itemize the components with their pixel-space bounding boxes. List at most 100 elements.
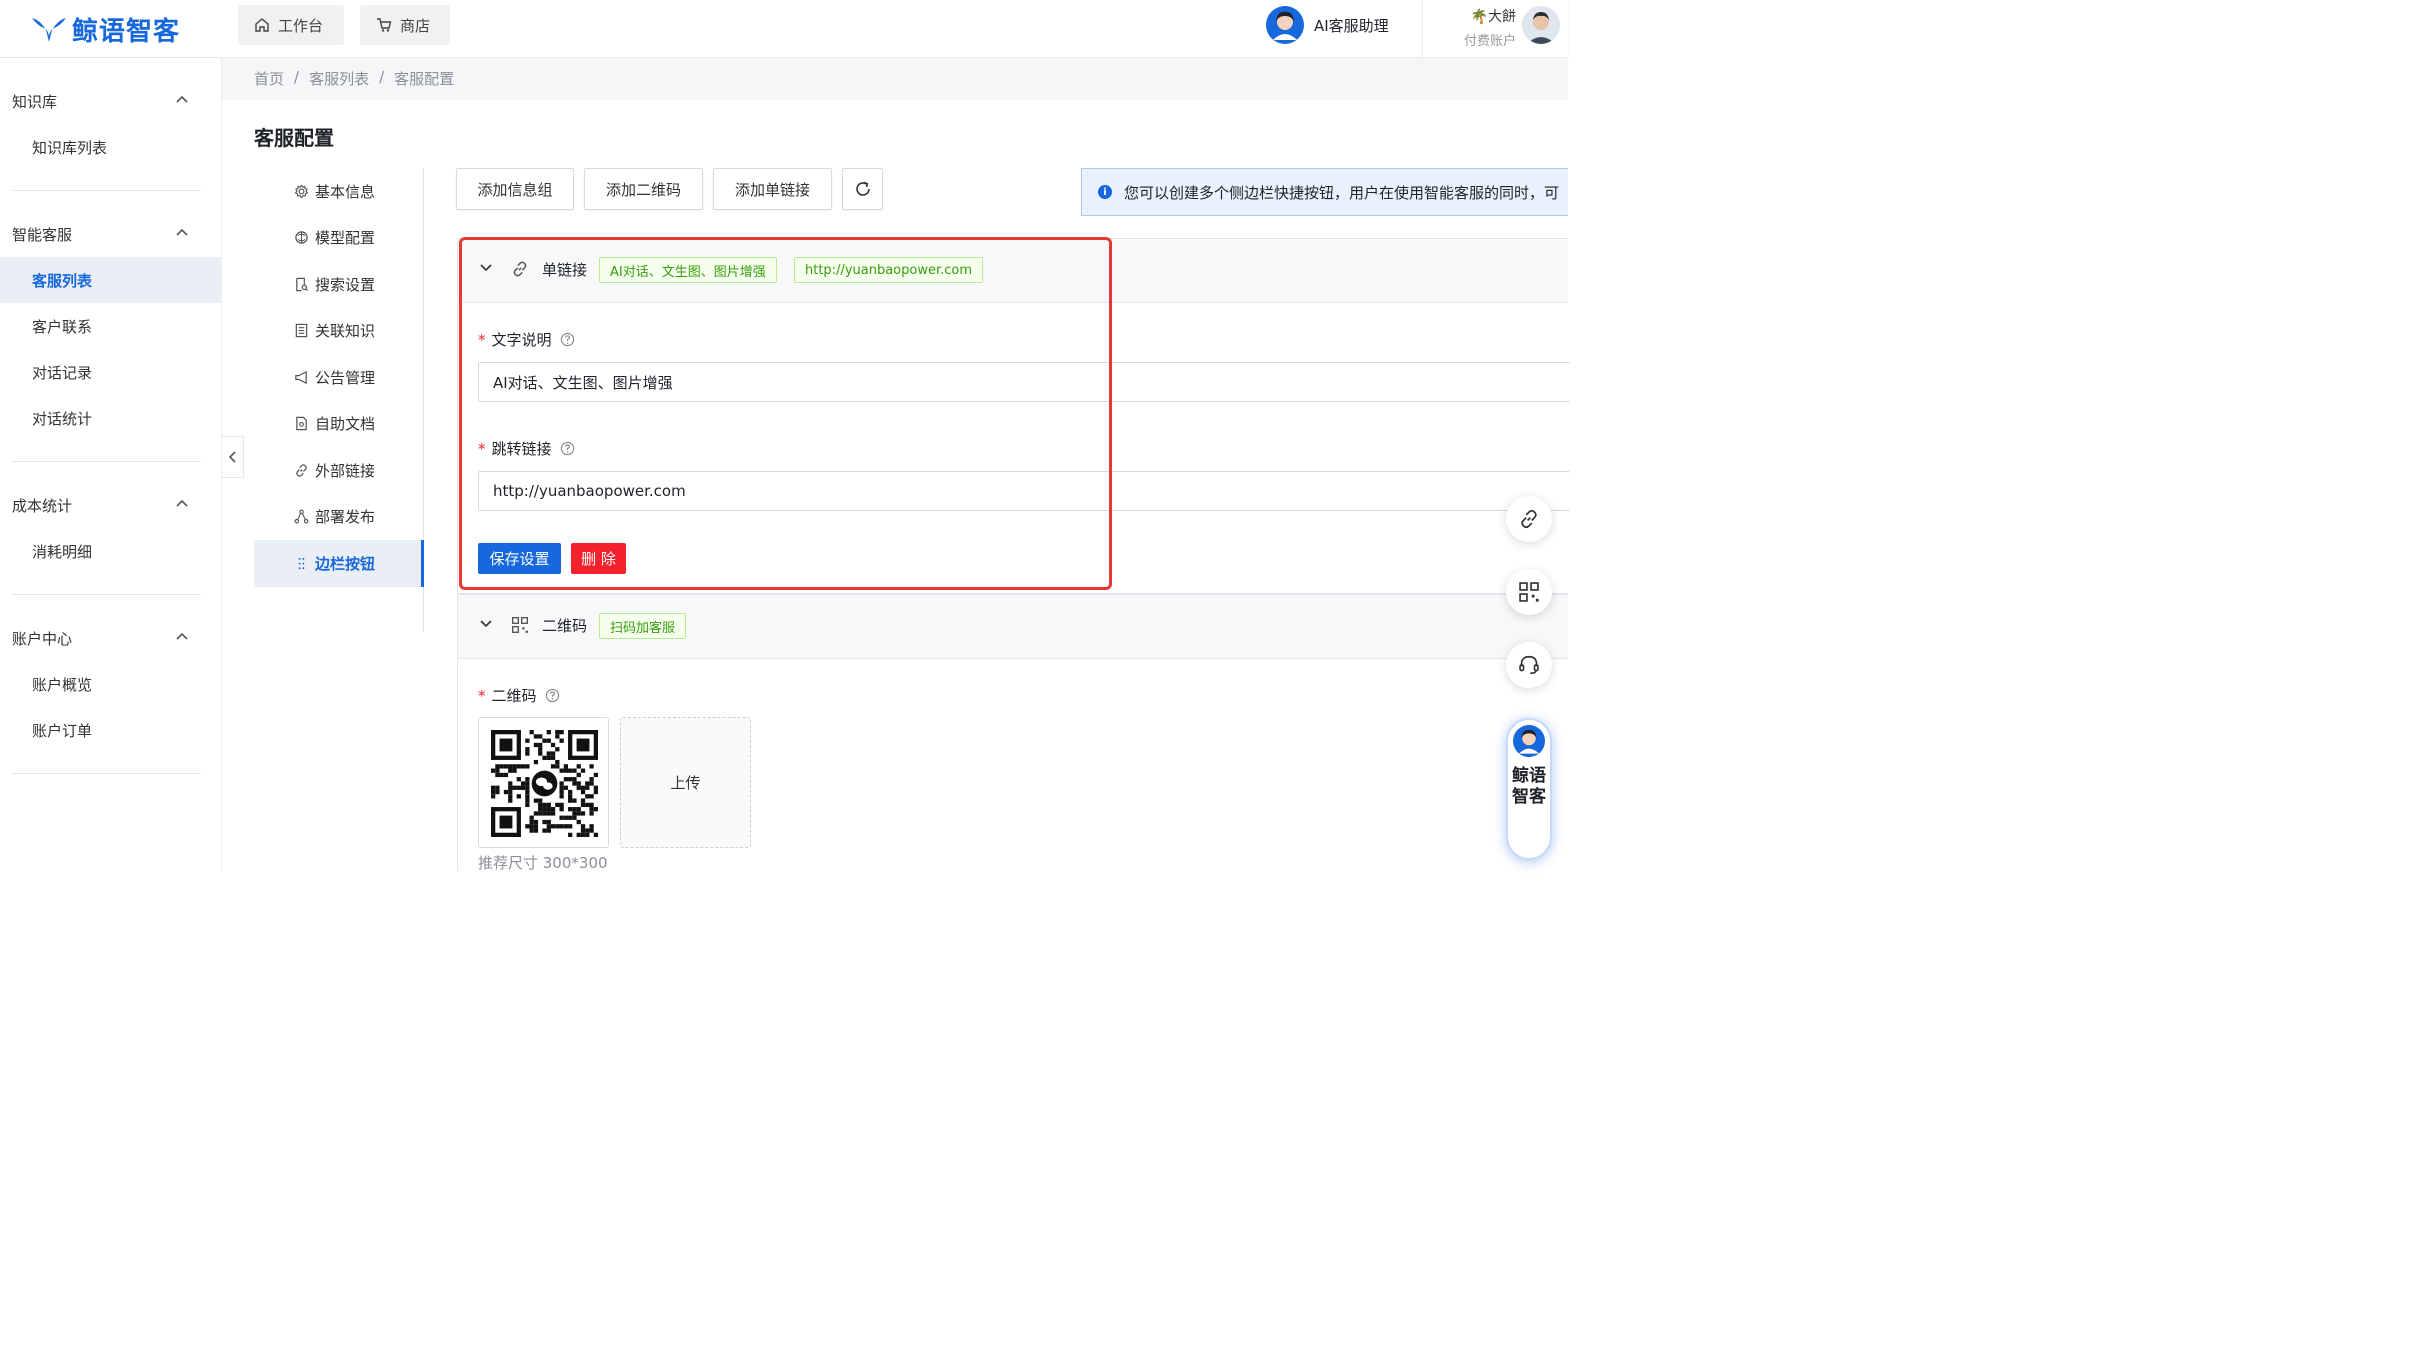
ai-assistant-entry[interactable]: AI客服助理 (1266, 5, 1389, 45)
nav-store-label: 商店 (400, 16, 431, 35)
headset-icon (1519, 655, 1539, 675)
breadcrumb-bar: 首页 / 客服列表 / 客服配置 (222, 58, 1568, 100)
sidebar-group-account[interactable]: 账户中心 (0, 615, 221, 661)
config-nav-label: 边栏按钮 (315, 554, 376, 573)
sidebar-group-label: 知识库 (12, 92, 58, 111)
palm-icon: 🌴 (1470, 9, 1488, 25)
search-doc-icon (296, 277, 309, 291)
add-qrcode-button[interactable]: 添加二维码 (584, 168, 703, 210)
user-avatar[interactable] (1522, 6, 1560, 44)
floating-chat-launcher[interactable]: 鲸语智客 (1506, 718, 1552, 860)
deploy-icon (294, 509, 309, 524)
sidebar-divider (12, 773, 201, 774)
help-icon[interactable] (560, 332, 575, 347)
config-nav-self-help-docs[interactable]: 自助文档 (254, 401, 423, 448)
sidebar-collapse-button[interactable] (222, 436, 244, 478)
sidebar-item-chat-records[interactable]: 对话记录 (0, 349, 221, 395)
jump-link-label: * 跳转链接 (478, 438, 575, 459)
qrcode-panel-header[interactable]: 二维码 扫码加客服 (458, 595, 1568, 659)
chevron-down-icon (480, 620, 492, 628)
model-icon (295, 231, 308, 244)
required-mark: * (478, 687, 486, 705)
breadcrumb-home[interactable]: 首页 (254, 68, 284, 89)
refresh-icon (855, 181, 870, 196)
config-nav-label: 自助文档 (315, 415, 376, 434)
sidebar-group-cost[interactable]: 成本统计 (0, 482, 221, 528)
assistant-avatar (1266, 6, 1304, 44)
config-nav-label: 搜索设置 (315, 275, 376, 294)
info-alert-text: 您可以创建多个侧边栏快捷按钮，用户在使用智能客服的同时，可 (1124, 183, 1560, 202)
info-icon: i (1098, 185, 1112, 199)
chevron-down-icon (480, 264, 492, 272)
qrcode-field-label-text: 二维码 (491, 687, 537, 705)
sidebar-item-customer-contact[interactable]: 客户联系 (0, 303, 221, 349)
chevron-up-icon (176, 228, 188, 236)
required-mark: * (478, 331, 486, 349)
sidebar-group-knowledge[interactable]: 知识库 (0, 78, 221, 124)
header-divider (1422, 0, 1423, 58)
help-icon[interactable] (560, 441, 575, 456)
home-icon (255, 18, 269, 32)
help-icon[interactable] (545, 688, 560, 703)
qrcode-panel: 二维码 扫码加客服 * 二维码 上传 推荐尺寸 300*300 (457, 594, 1568, 872)
sidebar-group-label: 智能客服 (12, 225, 73, 244)
jump-link-label-text: 跳转链接 (491, 440, 552, 458)
link-panel: 单链接 AI对话、文生图、图片增强 http://yuanbaopower.co… (457, 238, 1570, 594)
config-nav-sidebar-buttons[interactable]: 边栏按钮 (254, 540, 424, 587)
chevron-up-icon (176, 95, 188, 103)
sidebar-item-chat-stats[interactable]: 对话统计 (0, 395, 221, 441)
config-nav-label: 模型配置 (315, 229, 376, 248)
user-info[interactable]: 🌴大餅 付费账户 (1454, 6, 1516, 49)
add-info-group-button[interactable]: 添加信息组 (456, 168, 574, 210)
qrcode-icon (1519, 582, 1539, 602)
link-url-tag: http://yuanbaopower.com (794, 257, 984, 283)
breadcrumb: 首页 / 客服列表 / 客服配置 (254, 68, 454, 89)
sidebar-divider (12, 461, 201, 462)
sidebar-group-label: 账户中心 (12, 629, 73, 648)
upload-qrcode-button[interactable]: 上传 (620, 717, 751, 848)
floating-link-button[interactable] (1506, 496, 1552, 542)
refresh-button[interactable] (842, 168, 883, 210)
config-nav: 基本信息 模型配置 搜索设置 关联知识 公告管理 自助文档 外部链接 部署发布 … (254, 168, 424, 632)
assistant-label: AI客服助理 (1314, 16, 1389, 35)
nav-store[interactable]: 商店 (360, 5, 450, 45)
sidebar-item-service-list[interactable]: 客服列表 (0, 257, 221, 303)
cart-icon (377, 18, 392, 32)
jump-link-input[interactable]: http://yuanbaopower.com (478, 471, 1570, 511)
brand-logo[interactable]: 鲸语智客 (30, 12, 180, 47)
sidebar-item-knowledge-list[interactable]: 知识库列表 (0, 124, 221, 170)
floating-qrcode-button[interactable] (1506, 569, 1552, 615)
qrcode-field-label: * 二维码 (478, 685, 560, 706)
config-nav-external-links[interactable]: 外部链接 (254, 447, 423, 494)
config-nav-model[interactable]: 模型配置 (254, 215, 423, 262)
breadcrumb-separator: / (294, 68, 300, 86)
config-nav-label: 部署发布 (315, 508, 376, 527)
link-title-tag: AI对话、文生图、图片增强 (599, 257, 777, 283)
config-nav-label: 公告管理 (315, 368, 376, 387)
add-link-button[interactable]: 添加单链接 (713, 168, 832, 210)
user-name: 🌴大餅 (1454, 6, 1516, 26)
config-nav-related-knowledge[interactable]: 关联知识 (254, 308, 423, 355)
sidebar-group-ai-service[interactable]: 智能客服 (0, 211, 221, 257)
config-nav-deploy[interactable]: 部署发布 (254, 494, 423, 541)
config-nav-announcement[interactable]: 公告管理 (254, 354, 423, 401)
chevron-up-icon (176, 499, 188, 507)
sidebar-item-account-orders[interactable]: 账户订单 (0, 707, 221, 753)
config-nav-search[interactable]: 搜索设置 (254, 261, 423, 308)
qrcode-title-tag: 扫码加客服 (599, 613, 687, 639)
sidebar-item-account-overview[interactable]: 账户概览 (0, 661, 221, 707)
page-title: 客服配置 (254, 126, 334, 150)
link-icon (1521, 509, 1537, 529)
link-panel-header[interactable]: 单链接 AI对话、文生图、图片增强 http://yuanbaopower.co… (458, 239, 1568, 303)
floating-support-button[interactable] (1506, 642, 1552, 688)
text-description-input[interactable]: AI对话、文生图、图片增强 (478, 362, 1570, 402)
link-icon (296, 464, 307, 477)
breadcrumb-service-list[interactable]: 客服列表 (309, 68, 369, 89)
nav-workbench[interactable]: 工作台 (238, 5, 344, 45)
list-doc-icon (295, 324, 308, 338)
delete-button[interactable]: 删 除 (571, 543, 626, 574)
config-nav-basic-info[interactable]: 基本信息 (254, 168, 423, 215)
sidebar-item-consumption[interactable]: 消耗明细 (0, 528, 221, 574)
qrcode-image[interactable] (478, 717, 609, 848)
save-settings-button[interactable]: 保存设置 (478, 543, 561, 574)
